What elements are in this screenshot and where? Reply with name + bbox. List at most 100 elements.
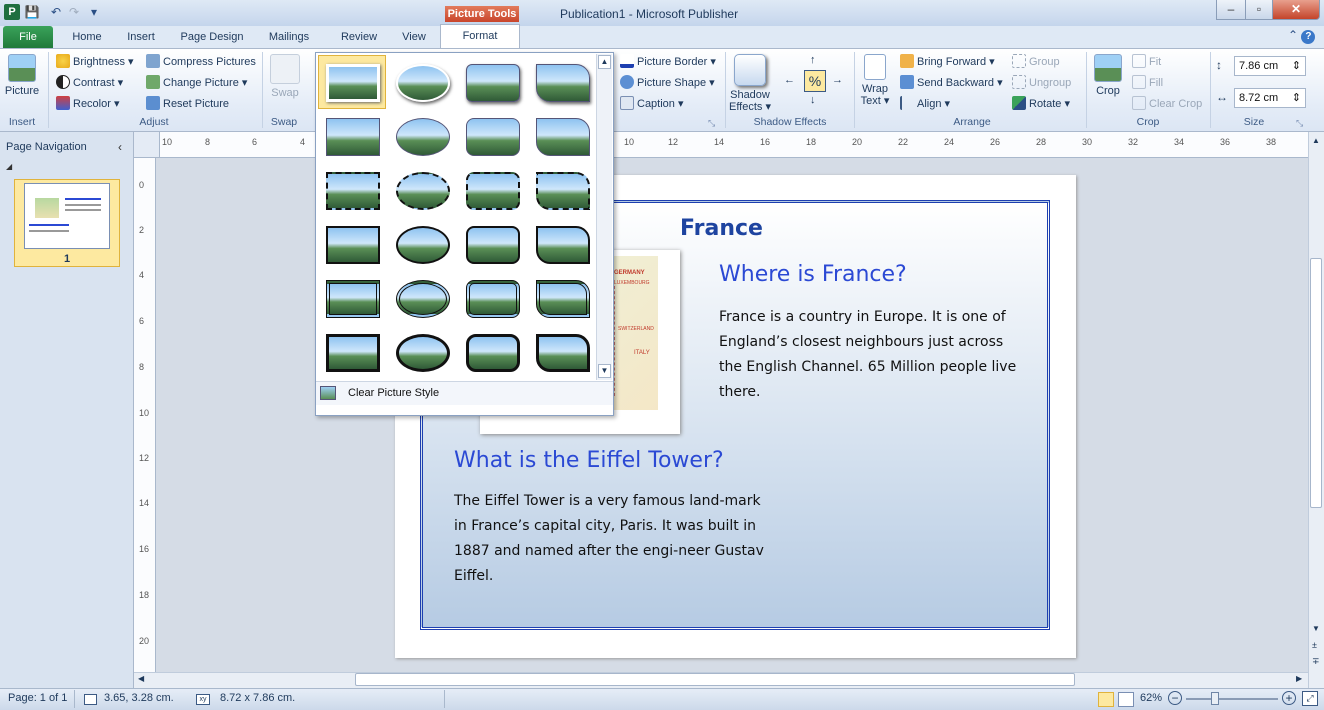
tab-file[interactable]: File: [3, 26, 53, 48]
clear-picture-style-item[interactable]: Clear Picture Style: [348, 387, 439, 399]
picture-style-15[interactable]: [459, 218, 527, 272]
tab-page-design[interactable]: Page Design: [172, 26, 252, 48]
change-picture-button[interactable]: Change Picture ▾: [146, 74, 247, 92]
status-page[interactable]: Page: 1 of 1: [8, 692, 67, 704]
fill-button[interactable]: Fill: [1132, 74, 1163, 92]
brightness-button[interactable]: Brightness ▾: [56, 53, 134, 71]
bring-forward-button[interactable]: Bring Forward ▾: [900, 53, 995, 71]
reset-picture-button[interactable]: Reset Picture: [146, 95, 229, 113]
picture-style-17[interactable]: [319, 272, 387, 326]
picture-border-button[interactable]: Picture Border ▾: [620, 53, 716, 71]
picture-style-1[interactable]: [319, 56, 387, 110]
rotate-button[interactable]: Rotate ▾: [1012, 95, 1070, 113]
picture-style-9[interactable]: [319, 164, 387, 218]
horizontal-scroll-thumb[interactable]: [355, 673, 1075, 686]
redo-icon[interactable]: ↷: [66, 4, 82, 20]
tab-view[interactable]: View: [392, 26, 436, 48]
align-button[interactable]: Align ▾: [900, 95, 950, 113]
contrast-button[interactable]: Contrast ▾: [56, 74, 123, 92]
single-page-view-icon[interactable]: [1098, 692, 1114, 707]
picture-styles-dialog-launcher-icon[interactable]: ⤡: [708, 118, 715, 129]
tab-home[interactable]: Home: [62, 26, 112, 48]
picture-style-2[interactable]: [389, 56, 457, 110]
gallery-scroll-up-icon[interactable]: ▲: [598, 55, 611, 69]
crop-button[interactable]: Crop: [1090, 54, 1126, 97]
gallery-scrollbar[interactable]: ▲ ▼: [596, 54, 612, 380]
width-spinner-icon[interactable]: ⇕: [1292, 89, 1301, 107]
undo-icon[interactable]: ↶: [48, 4, 64, 20]
zoom-in-icon[interactable]: +: [1282, 691, 1296, 705]
tab-mailings[interactable]: Mailings: [258, 26, 320, 48]
send-backward-button[interactable]: Send Backward ▾: [900, 74, 1003, 92]
picture-style-8[interactable]: [529, 110, 597, 164]
picture-style-16[interactable]: [529, 218, 597, 272]
maximize-button[interactable]: ▫: [1245, 0, 1273, 20]
picture-style-21[interactable]: [319, 326, 387, 380]
help-icon[interactable]: ?: [1301, 30, 1316, 44]
customize-qat-icon[interactable]: ▾: [86, 4, 102, 20]
expand-section-icon[interactable]: ◢: [6, 162, 12, 171]
wrap-text-button[interactable]: Wrap Text ▾: [858, 54, 892, 107]
collapse-pane-icon[interactable]: ‹: [118, 140, 122, 154]
previous-page-icon[interactable]: ±: [1312, 640, 1317, 650]
picture-style-6[interactable]: [389, 110, 457, 164]
recolor-button[interactable]: Recolor ▾: [56, 95, 119, 113]
ungroup-button[interactable]: Ungroup: [1012, 74, 1071, 92]
picture-style-18[interactable]: [389, 272, 457, 326]
heading-where-is-france[interactable]: Where is France?: [719, 262, 907, 287]
picture-style-13[interactable]: [319, 218, 387, 272]
nudge-down-icon[interactable]: ↓: [810, 94, 816, 106]
zoom-out-icon[interactable]: −: [1168, 691, 1182, 705]
paragraph-eiffel-tower[interactable]: The Eiffel Tower is a very famous land-m…: [454, 489, 764, 589]
picture-style-3[interactable]: [459, 56, 527, 110]
insert-picture-button[interactable]: Picture: [4, 54, 40, 97]
fit-button[interactable]: Fit: [1132, 53, 1161, 71]
picture-style-22[interactable]: [389, 326, 457, 380]
height-spinner-icon[interactable]: ⇕: [1292, 57, 1301, 75]
scroll-right-icon[interactable]: ▶: [1296, 674, 1302, 683]
vertical-scroll-thumb[interactable]: [1310, 258, 1322, 508]
nudge-right-icon[interactable]: →: [832, 74, 843, 86]
picture-style-10[interactable]: [389, 164, 457, 218]
zoom-level[interactable]: 62%: [1140, 692, 1162, 704]
size-dialog-launcher-icon[interactable]: ⤡: [1296, 118, 1303, 129]
zoom-slider-knob[interactable]: [1211, 692, 1219, 705]
close-button[interactable]: ✕: [1272, 0, 1320, 20]
gallery-scroll-down-icon[interactable]: ▼: [598, 364, 611, 378]
heading-eiffel-tower[interactable]: What is the Eiffel Tower?: [454, 448, 724, 473]
save-icon[interactable]: 💾: [24, 4, 40, 20]
two-page-view-icon[interactable]: [1118, 692, 1134, 707]
picture-style-11[interactable]: [459, 164, 527, 218]
picture-style-4[interactable]: [529, 56, 597, 110]
shadow-effects-button[interactable]: Shadow Effects ▾: [728, 54, 772, 113]
zoom-slider-track[interactable]: [1186, 698, 1278, 700]
scroll-down-icon[interactable]: ▼: [1312, 624, 1320, 633]
shadow-toggle-icon[interactable]: %: [804, 70, 826, 92]
clear-crop-button[interactable]: Clear Crop: [1132, 95, 1202, 113]
ribbon-minimize-help-icons[interactable]: ⌃ ?: [1288, 28, 1322, 46]
width-input[interactable]: 8.72 cm ⇕: [1234, 88, 1306, 108]
status-size[interactable]: 8.72 x 7.86 cm.: [220, 692, 295, 704]
height-input[interactable]: 7.86 cm ⇕: [1234, 56, 1306, 76]
picture-shape-button[interactable]: Picture Shape ▾: [620, 74, 715, 92]
scroll-left-icon[interactable]: ◀: [138, 674, 144, 683]
compress-pictures-button[interactable]: Compress Pictures: [146, 53, 256, 71]
publisher-logo-icon[interactable]: P: [4, 4, 20, 20]
tab-format[interactable]: Format: [440, 24, 520, 48]
status-position[interactable]: 3.65, 3.28 cm.: [104, 692, 174, 704]
picture-style-12[interactable]: [529, 164, 597, 218]
scroll-up-icon[interactable]: ▲: [1312, 136, 1320, 145]
document-title[interactable]: France: [680, 216, 763, 241]
picture-style-5[interactable]: [319, 110, 387, 164]
nudge-left-icon[interactable]: ←: [784, 74, 795, 86]
minimize-button[interactable]: –: [1216, 0, 1246, 20]
caption-button[interactable]: Caption ▾: [620, 95, 684, 113]
shadow-nudge-controls[interactable]: % ↑ ← → ↓: [780, 52, 850, 112]
tab-insert[interactable]: Insert: [118, 26, 164, 48]
swap-button[interactable]: Swap: [266, 54, 304, 99]
fit-page-icon[interactable]: ⤢: [1302, 691, 1318, 706]
picture-style-7[interactable]: [459, 110, 527, 164]
picture-style-19[interactable]: [459, 272, 527, 326]
tab-review[interactable]: Review: [330, 26, 388, 48]
paragraph-where-is-france[interactable]: France is a country in Europe. It is one…: [719, 305, 1019, 405]
